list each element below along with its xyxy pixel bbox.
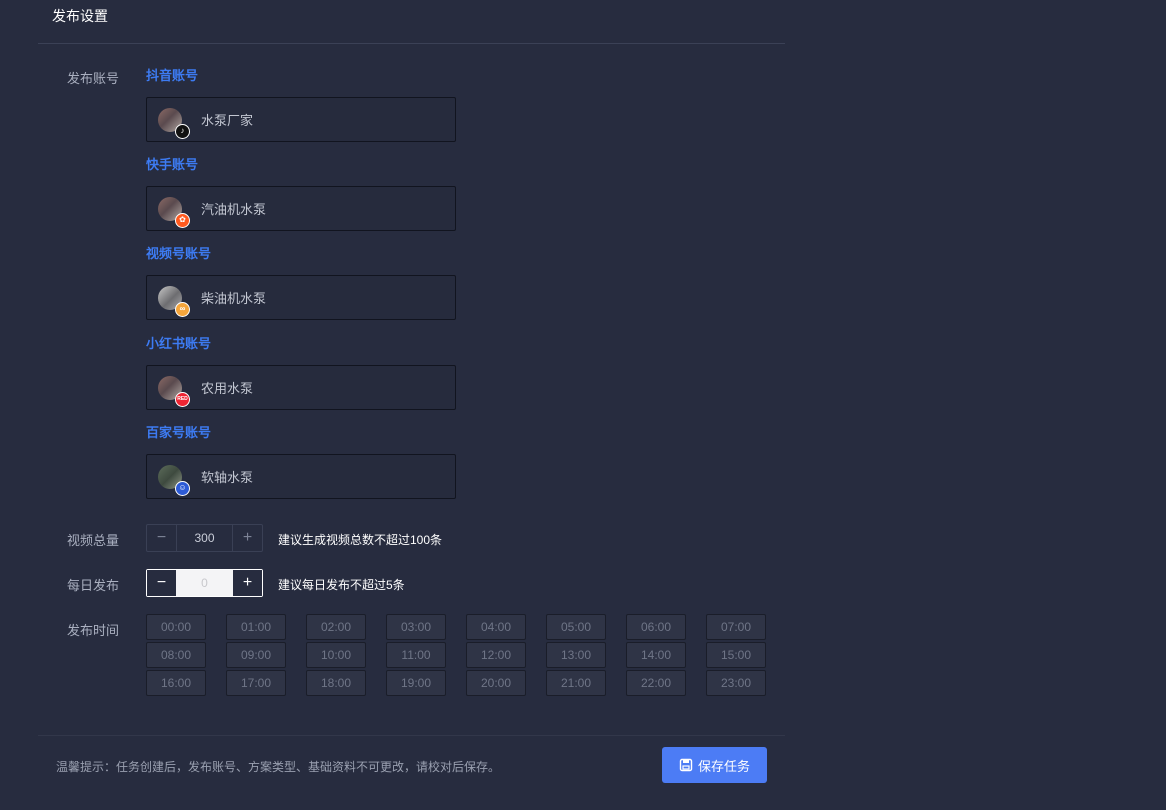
time-slot[interactable]: 16:00	[146, 670, 206, 696]
kuaishou-icon: ✿	[175, 212, 190, 228]
time-slot[interactable]: 23:00	[706, 670, 766, 696]
account-card-xiaohongshu[interactable]: RED 农用水泵	[146, 365, 456, 410]
daily-publish-hint: 建议每日发布不超过5条	[278, 578, 405, 592]
time-slot[interactable]: 06:00	[626, 614, 686, 640]
avatar: ♪	[158, 107, 190, 139]
time-slot[interactable]: 10:00	[306, 642, 366, 668]
baijiahao-icon: ☺	[175, 480, 190, 496]
time-slot[interactable]: 17:00	[226, 670, 286, 696]
page-title: 发布设置	[52, 8, 108, 24]
daily-publish-input[interactable]: 0	[176, 570, 233, 596]
account-card-baijiahao[interactable]: ☺ 软轴水泵	[146, 454, 456, 499]
account-card-douyin[interactable]: ♪ 水泵厂家	[146, 97, 456, 142]
daily-publish-stepper: − 0 +	[146, 569, 263, 597]
time-slot[interactable]: 02:00	[306, 614, 366, 640]
account-name: 软轴水泵	[201, 470, 254, 485]
platform-title: 抖音账号	[146, 68, 199, 83]
platform-shipinhao: 视频号账号 ∞ 柴油机水泵	[146, 245, 456, 320]
header-divider	[38, 43, 785, 44]
publish-time-label: 发布时间	[67, 623, 120, 638]
footer-tip: 温馨提示：任务创建后，发布账号、方案类型、基础资料不可更改，请校对后保存。	[56, 760, 501, 774]
time-slot[interactable]: 14:00	[626, 642, 686, 668]
save-button-label: 保存任务	[697, 758, 750, 774]
decrement-button[interactable]: −	[147, 570, 176, 596]
avatar: ✿	[158, 196, 190, 228]
account-name: 汽油机水泵	[201, 202, 267, 217]
time-slot[interactable]: 01:00	[226, 614, 286, 640]
platform-title: 百家号账号	[146, 425, 212, 440]
douyin-icon: ♪	[175, 123, 190, 139]
time-slot[interactable]: 00:00	[146, 614, 206, 640]
account-card-shipinhao[interactable]: ∞ 柴油机水泵	[146, 275, 456, 320]
time-slot[interactable]: 20:00	[466, 670, 526, 696]
time-slot[interactable]: 03:00	[386, 614, 446, 640]
footer-divider	[38, 735, 785, 736]
time-slot[interactable]: 09:00	[226, 642, 286, 668]
time-slot[interactable]: 07:00	[706, 614, 766, 640]
account-name: 农用水泵	[201, 381, 254, 396]
decrement-button[interactable]: −	[147, 525, 177, 551]
shipinhao-icon: ∞	[175, 301, 190, 317]
save-task-button[interactable]: 保存任务	[662, 747, 767, 783]
time-slot[interactable]: 05:00	[546, 614, 606, 640]
time-slot[interactable]: 04:00	[466, 614, 526, 640]
platform-title: 小红书账号	[146, 336, 212, 351]
avatar: ∞	[158, 285, 190, 317]
video-total-input[interactable]: 300	[177, 525, 232, 551]
platform-title: 快手账号	[146, 157, 199, 172]
avatar: ☺	[158, 464, 190, 496]
account-name: 柴油机水泵	[201, 291, 267, 306]
time-slot[interactable]: 11:00	[386, 642, 446, 668]
time-slot[interactable]: 13:00	[546, 642, 606, 668]
video-total-stepper: − 300 +	[146, 524, 263, 552]
time-slot[interactable]: 21:00	[546, 670, 606, 696]
time-slot[interactable]: 12:00	[466, 642, 526, 668]
platform-baijiahao: 百家号账号 ☺ 软轴水泵	[146, 424, 456, 499]
time-slot[interactable]: 19:00	[386, 670, 446, 696]
publish-account-label: 发布账号	[67, 71, 120, 86]
increment-button[interactable]: +	[233, 570, 262, 596]
time-slot[interactable]: 18:00	[306, 670, 366, 696]
increment-button[interactable]: +	[232, 525, 262, 551]
time-slot[interactable]: 15:00	[706, 642, 766, 668]
save-icon	[679, 758, 693, 772]
avatar: RED	[158, 375, 190, 407]
publish-time-grid: 00:00 01:00 02:00 03:00 04:00 05:00 06:0…	[146, 614, 766, 696]
daily-publish-label: 每日发布	[67, 578, 120, 593]
time-slot[interactable]: 08:00	[146, 642, 206, 668]
platform-douyin: 抖音账号 ♪ 水泵厂家	[146, 67, 456, 142]
xiaohongshu-icon: RED	[175, 391, 190, 407]
account-card-kuaishou[interactable]: ✿ 汽油机水泵	[146, 186, 456, 231]
time-slot[interactable]: 22:00	[626, 670, 686, 696]
video-total-hint: 建议生成视频总数不超过100条	[278, 533, 443, 547]
video-total-label: 视频总量	[67, 533, 120, 548]
account-name: 水泵厂家	[201, 113, 254, 128]
platform-title: 视频号账号	[146, 246, 212, 261]
platform-xiaohongshu: 小红书账号 RED 农用水泵	[146, 335, 456, 410]
platform-kuaishou: 快手账号 ✿ 汽油机水泵	[146, 156, 456, 231]
